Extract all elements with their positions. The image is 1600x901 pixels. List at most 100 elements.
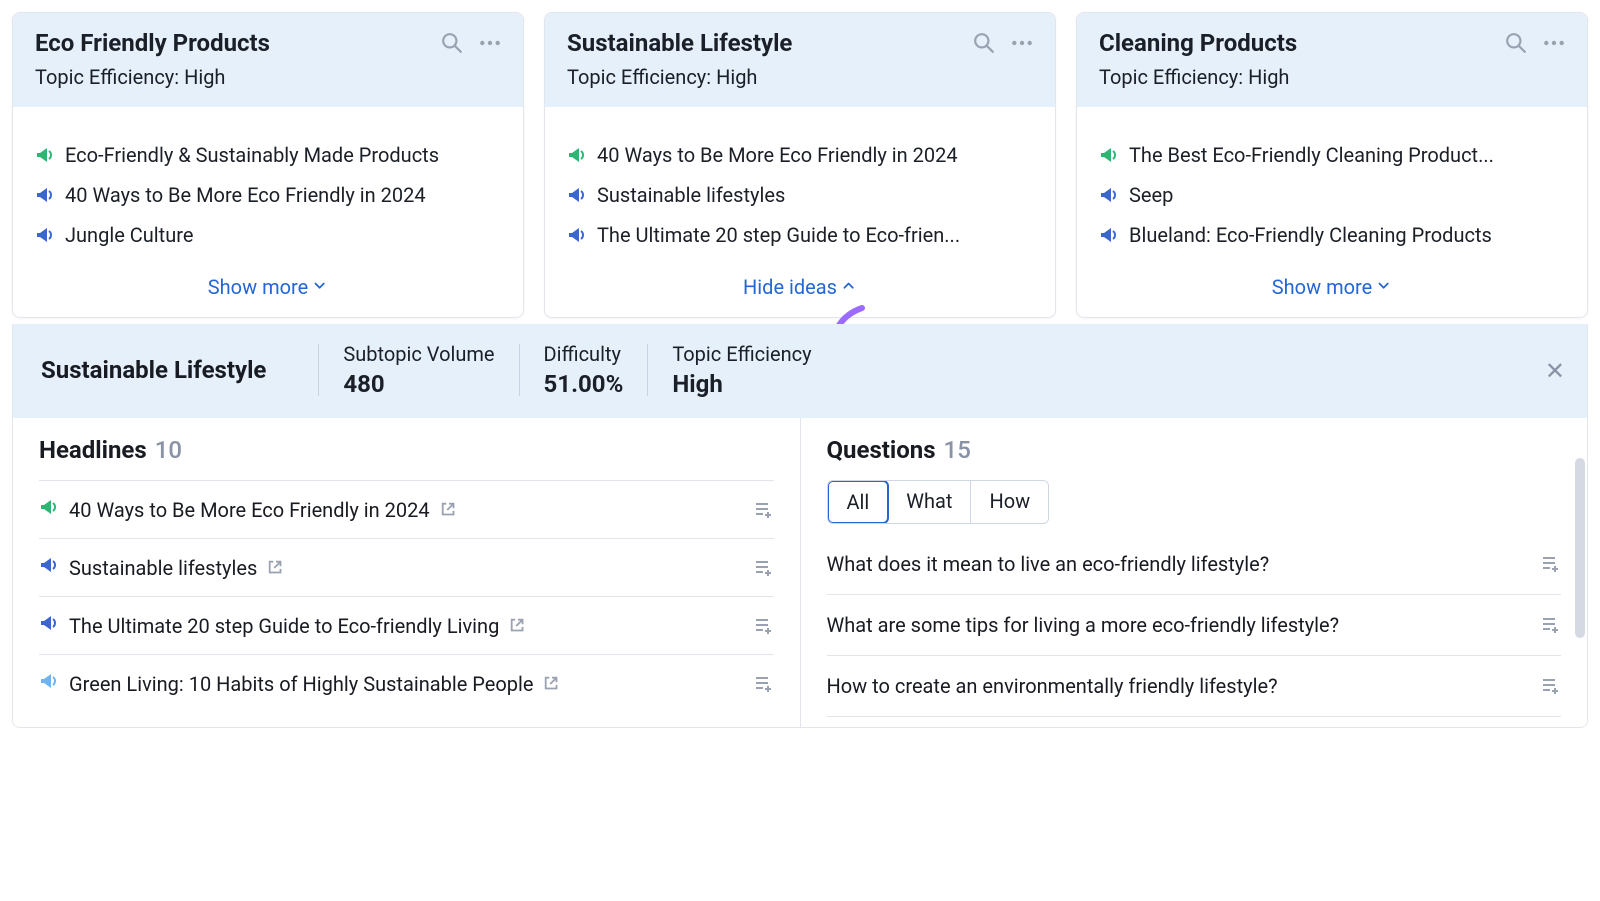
headline-row: 40 Ways to Be More Eco Friendly in 2024 [39,481,774,539]
external-link-icon[interactable] [440,501,458,519]
add-to-list-icon[interactable] [754,558,774,578]
detail-panel: Sustainable Lifestyle Subtopic Volume 48… [12,324,1588,728]
megaphone-icon [567,225,587,245]
more-icon[interactable] [479,32,501,54]
topic-card-body: 40 Ways to Be More Eco Friendly in 2024 … [545,107,1055,265]
idea-item[interactable]: The Best Eco-Friendly Cleaning Product..… [1099,135,1565,175]
more-icon[interactable] [1543,32,1565,54]
idea-item[interactable]: Blueland: Eco-Friendly Cleaning Products [1099,215,1565,255]
filter-pill-all[interactable]: All [827,480,890,524]
add-to-list-icon[interactable] [1541,615,1561,635]
show-more-link[interactable]: Show more [208,275,328,299]
idea-item[interactable]: Jungle Culture [35,215,501,255]
filter-pill-what[interactable]: What [888,481,971,523]
megaphone-icon [1099,145,1119,165]
detail-body: Headlines 10 40 Ways to Be More Eco Frie… [13,418,1587,727]
question-text[interactable]: What does it mean to live an eco-friendl… [827,552,1282,576]
topic-card: Sustainable Lifestyle Topic Efficiency: … [544,12,1056,318]
idea-text: Eco-Friendly & Sustainably Made Products [65,143,439,167]
question-text[interactable]: What are some tips for living a more eco… [827,613,1352,637]
question-filter-group: AllWhatHow [827,480,1050,524]
external-link-icon[interactable] [267,559,285,577]
subtopic-volume-value: 480 [343,370,494,398]
idea-text: Sustainable lifestyles [597,183,785,207]
headlines-title: Headlines [39,436,147,464]
detail-title: Sustainable Lifestyle [41,356,294,384]
search-icon[interactable] [441,32,463,54]
megaphone-icon [35,185,55,205]
headline-text[interactable]: Sustainable lifestyles [69,556,257,580]
headline-row: The Ultimate 20 step Guide to Eco-friend… [39,597,774,655]
subtopic-volume-label: Subtopic Volume [343,342,494,366]
topic-title: Sustainable Lifestyle [567,29,792,57]
idea-item[interactable]: Eco-Friendly & Sustainably Made Products [35,135,501,175]
idea-text: 40 Ways to Be More Eco Friendly in 2024 [597,143,958,167]
topic-efficiency-line: Topic Efficiency: High [567,65,1033,89]
headline-row: Green Living: 10 Habits of Highly Sustai… [39,655,774,712]
idea-item[interactable]: 40 Ways to Be More Eco Friendly in 2024 [567,135,1033,175]
topic-efficiency-line: Topic Efficiency: High [35,65,501,89]
add-to-list-icon[interactable] [754,616,774,636]
add-to-list-icon[interactable] [1541,554,1561,574]
idea-text: Seep [1129,183,1173,207]
idea-text: Jungle Culture [65,223,193,247]
filter-pill-how[interactable]: How [971,481,1048,523]
add-to-list-icon[interactable] [1541,676,1561,696]
questions-column: Questions 15 AllWhatHow What does it mea… [801,418,1588,727]
scrollbar[interactable] [1575,458,1585,727]
add-to-list-icon[interactable] [754,500,774,520]
topic-efficiency-value: High [672,370,811,398]
question-row: What are some tips for living a more eco… [827,595,1562,656]
topic-card-body: The Best Eco-Friendly Cleaning Product..… [1077,107,1587,265]
add-to-list-icon[interactable] [754,674,774,694]
idea-item[interactable]: Sustainable lifestyles [567,175,1033,215]
topic-card: Cleaning Products Topic Efficiency: High… [1076,12,1588,318]
topic-card-header: Eco Friendly Products Topic Efficiency: … [13,13,523,107]
external-link-icon[interactable] [543,675,561,693]
megaphone-icon [35,145,55,165]
question-text[interactable]: How to create an environmentally friendl… [827,674,1290,698]
idea-item[interactable]: Seep [1099,175,1565,215]
megaphone-icon [35,225,55,245]
topic-card: Eco Friendly Products Topic Efficiency: … [12,12,524,318]
topic-card-header: Cleaning Products Topic Efficiency: High [1077,13,1587,107]
question-row: How to create an environmentally friendl… [827,656,1562,717]
idea-item[interactable]: 40 Ways to Be More Eco Friendly in 2024 [35,175,501,215]
topic-title: Cleaning Products [1099,29,1297,57]
external-link-icon[interactable] [509,617,527,635]
idea-text: The Ultimate 20 step Guide to Eco-frien.… [597,223,960,247]
idea-item[interactable]: The Ultimate 20 step Guide to Eco-frien.… [567,215,1033,255]
megaphone-icon [1099,185,1119,205]
topic-efficiency-line: Topic Efficiency: High [1099,65,1565,89]
question-row: What does it mean to live an eco-friendl… [827,534,1562,595]
topic-cards-row: Eco Friendly Products Topic Efficiency: … [12,12,1588,318]
idea-text: The Best Eco-Friendly Cleaning Product..… [1129,143,1494,167]
topic-card-body: Eco-Friendly & Sustainably Made Products… [13,107,523,265]
headlines-column: Headlines 10 40 Ways to Be More Eco Frie… [13,418,801,727]
topic-card-header: Sustainable Lifestyle Topic Efficiency: … [545,13,1055,107]
search-icon[interactable] [1505,32,1527,54]
topic-efficiency-label: Topic Efficiency [672,342,811,366]
questions-title: Questions [827,436,936,464]
headline-text[interactable]: Green Living: 10 Habits of Highly Sustai… [69,672,533,696]
headline-text[interactable]: The Ultimate 20 step Guide to Eco-friend… [69,614,499,638]
topic-title: Eco Friendly Products [35,29,270,57]
idea-text: Blueland: Eco-Friendly Cleaning Products [1129,223,1492,247]
show-more-link[interactable]: Show more [1272,275,1392,299]
close-icon[interactable]: ✕ [1545,359,1565,383]
headline-row: Sustainable lifestyles [39,539,774,597]
detail-header: Sustainable Lifestyle Subtopic Volume 48… [13,324,1587,418]
megaphone-icon [1099,225,1119,245]
megaphone-icon [39,613,59,638]
idea-text: 40 Ways to Be More Eco Friendly in 2024 [65,183,426,207]
headlines-count: 10 [155,436,182,464]
search-icon[interactable] [973,32,995,54]
hide-ideas-link[interactable]: Hide ideas [743,275,857,299]
megaphone-icon [39,555,59,580]
difficulty-label: Difficulty [544,342,624,366]
megaphone-icon [39,497,59,522]
questions-count: 15 [944,436,971,464]
megaphone-icon [39,671,59,696]
headline-text[interactable]: 40 Ways to Be More Eco Friendly in 2024 [69,498,430,522]
more-icon[interactable] [1011,32,1033,54]
